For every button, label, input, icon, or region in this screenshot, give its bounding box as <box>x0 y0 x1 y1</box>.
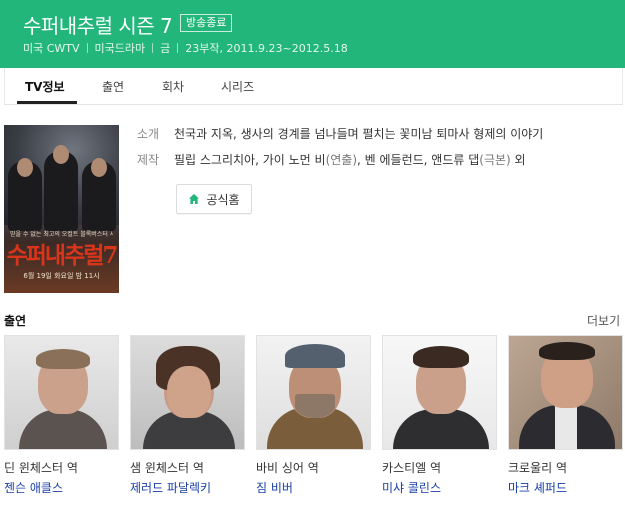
cast-more-link[interactable]: 더보기 <box>587 312 620 329</box>
poster-image[interactable]: 믿을 수 없는 최고의 오컬트 블록버스터 시리즈 수퍼내추럴7 6월 19일 … <box>4 125 119 293</box>
poster-face <box>17 158 33 177</box>
active-tab-indicator <box>17 101 77 104</box>
staff-role-directing: (연출) <box>325 153 358 167</box>
poster-face <box>91 158 107 177</box>
cast-section-title: 출연 <box>4 314 27 328</box>
photo-shoulders <box>393 409 489 449</box>
broadcast-status-badge: 방송종료 <box>180 14 233 32</box>
home-icon <box>189 194 200 204</box>
tab-bar: TV정보 출연 회차 시리즈 <box>4 68 623 105</box>
staff-directors: 필립 스그리치아, 가이 노먼 비 <box>174 153 326 167</box>
cast-photo[interactable] <box>508 335 623 450</box>
staff-text: 필립 스그리치아, 가이 노먼 비(연출), 벤 에들런드, 앤드류 댑(극본)… <box>174 153 526 167</box>
summary-text: 천국과 지옥, 생사의 경계를 넘나들며 펼치는 꽃미남 퇴마사 형제의 이야기 <box>174 127 544 141</box>
meta-divider <box>86 43 88 53</box>
official-homepage-label: 공식홈 <box>206 192 240 207</box>
tab-tv-info[interactable]: TV정보 <box>25 78 65 95</box>
cast-actor-link[interactable]: 제러드 파달렉키 <box>130 479 211 496</box>
meta-divider <box>152 43 154 53</box>
staff-label: 제작 <box>137 153 160 167</box>
cast-actor-link[interactable]: 미샤 콜린스 <box>382 479 441 496</box>
meta-channel: 미국 CWTV <box>23 42 80 55</box>
meta-genre: 미국드라마 <box>94 42 146 55</box>
tab-series[interactable]: 시리즈 <box>221 78 254 95</box>
meta-divider <box>177 43 179 53</box>
photo-face <box>167 366 211 418</box>
program-header: 수퍼내추럴 시즌 7 방송종료 미국 CWTV 미국드라마 금 23부작, 20… <box>0 0 625 68</box>
cast-photo[interactable] <box>4 335 119 450</box>
summary-row: 소개 천국과 지옥, 생사의 경계를 넘나들며 펼치는 꽃미남 퇴마사 형제의 이… <box>137 125 543 142</box>
photo-hair <box>539 342 595 360</box>
cast-actor-link[interactable]: 짐 비버 <box>256 479 293 496</box>
cast-photo[interactable] <box>130 335 245 450</box>
program-meta: 미국 CWTV 미국드라마 금 23부작, 2011.9.23~2012.5.1… <box>23 40 348 56</box>
cast-actor-link[interactable]: 젠슨 애클스 <box>4 479 63 496</box>
cast-role: 샘 윈체스터 역 <box>130 461 204 475</box>
photo-cap <box>285 344 345 368</box>
staff-writers: , 벤 에들런드, 앤드류 댑 <box>357 153 480 167</box>
cast-photo[interactable] <box>382 335 497 450</box>
staff-role-writing: (극본) <box>479 153 511 167</box>
staff-row: 제작 필립 스그리치아, 가이 노먼 비(연출), 벤 에들런드, 앤드류 댑(극… <box>137 151 526 168</box>
photo-hair <box>413 346 469 368</box>
photo-beard <box>295 394 335 418</box>
photo-hair <box>36 349 90 369</box>
cast-actor-link[interactable]: 마크 셰퍼드 <box>508 479 567 496</box>
poster-air-info: 6월 19일 화요일 밤 11시 <box>23 272 100 280</box>
poster-face <box>53 145 69 164</box>
photo-shirt <box>555 405 577 449</box>
cast-photo[interactable] <box>256 335 371 450</box>
meta-airday: 금 <box>160 42 171 55</box>
meta-episodes-period: 23부작, 2011.9.23~2012.5.18 <box>185 42 348 55</box>
cast-role: 크로울리 역 <box>508 461 568 475</box>
program-title[interactable]: 수퍼내추럴 시즌 7 <box>23 10 173 39</box>
poster-logo: 수퍼내추럴7 <box>6 242 119 269</box>
cast-role: 딘 윈체스터 역 <box>4 461 78 475</box>
photo-shoulders <box>19 409 107 449</box>
cast-role: 바비 싱어 역 <box>256 461 319 475</box>
official-homepage-button[interactable]: 공식홈 <box>176 184 252 214</box>
tab-cast[interactable]: 출연 <box>102 78 124 95</box>
cast-role: 카스티엘 역 <box>382 461 442 475</box>
summary-label: 소개 <box>137 127 160 141</box>
staff-etc: 외 <box>510 153 526 167</box>
tab-episodes[interactable]: 회차 <box>162 78 184 95</box>
